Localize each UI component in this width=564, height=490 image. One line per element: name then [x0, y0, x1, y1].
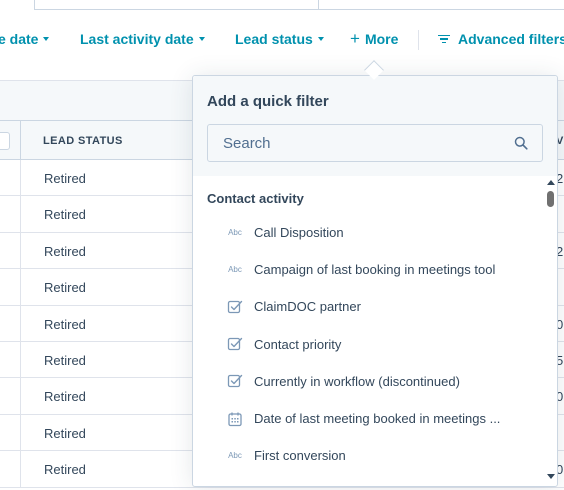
lead-status-filter-button[interactable]: Lead status — [235, 31, 324, 47]
more-filters-button[interactable]: + More — [350, 29, 399, 48]
lead-status-cell: Retired — [44, 316, 86, 332]
column-divider — [20, 269, 21, 305]
lead-status-column-header[interactable]: LEAD STATUS — [43, 135, 123, 147]
lead-status-cell: Retired — [44, 171, 86, 186]
scroll-up-arrow-icon[interactable] — [547, 180, 555, 185]
filter-option-label: First conversion — [254, 448, 346, 464]
filter-option-label: Campaign of last booking in meetings too… — [254, 262, 496, 278]
filter-option-label: Contact priority — [254, 336, 342, 352]
filter-option[interactable]: Abc Call Disposition — [193, 214, 543, 251]
create-date-filter-button[interactable]: e date — [0, 31, 50, 47]
caret-down-icon — [43, 37, 50, 41]
filter-option-label: ClaimDOC partner — [254, 299, 361, 315]
calendar-icon — [226, 411, 244, 427]
checkbox-icon — [226, 336, 244, 352]
filter-toolbar: e date Last activity date Lead status + … — [0, 24, 564, 54]
popover-header: Add a quick filter — [193, 76, 557, 176]
filter-option[interactable]: Contact priority — [193, 326, 543, 363]
lead-status-cell: Retired — [44, 389, 86, 405]
checkbox-icon — [226, 373, 244, 389]
abc-text-icon: Abc — [228, 228, 242, 238]
column-divider — [20, 451, 21, 487]
filter-option[interactable]: ClaimDOC partner — [193, 288, 543, 325]
column-divider — [20, 305, 21, 341]
filter-lines-icon — [438, 34, 450, 44]
lead-status-cell: Retired — [44, 280, 86, 296]
quick-filter-popover: Add a quick filter Contact activity Abc C… — [192, 75, 558, 487]
lead-status-cell: Retired — [44, 243, 86, 259]
lead-status-cell: Retired — [44, 207, 86, 223]
scrollbar-thumb[interactable] — [547, 191, 554, 207]
column-divider — [20, 378, 21, 414]
filter-option-label: Currently in workflow (discontinued) — [254, 373, 460, 389]
advanced-filters-button[interactable]: Advanced filters — [438, 31, 564, 47]
column-divider — [20, 232, 21, 269]
top-tab-strip — [34, 0, 564, 10]
filter-option-label: Call Disposition — [254, 225, 344, 241]
column-divider — [20, 160, 21, 196]
section-title-contact-activity: Contact activity — [207, 191, 304, 206]
filter-option-label: Date of last meeting booked in meetings … — [254, 411, 501, 427]
column-divider — [20, 121, 21, 161]
caret-down-icon — [317, 37, 324, 41]
filter-option[interactable]: Currently in workflow (discontinued) — [193, 363, 543, 400]
abc-text-icon: Abc — [228, 451, 242, 461]
filter-option[interactable]: Abc Campaign of last booking in meetings … — [193, 251, 543, 288]
more-filters-label: More — [364, 31, 399, 47]
page: e date Last activity date Lead status + … — [0, 0, 564, 490]
lead-status-cell: Retired — [44, 425, 86, 441]
last-activity-date-filter-label: Last activity date — [80, 31, 194, 47]
search-field[interactable] — [207, 124, 543, 162]
popover-title: Add a quick filter — [207, 93, 329, 110]
lead-status-cell: Retired — [44, 462, 86, 478]
column-divider — [20, 341, 21, 378]
create-date-filter-label: e date — [0, 31, 39, 47]
lead-status-cell: Retired — [44, 352, 86, 368]
lead-status-filter-label: Lead status — [235, 31, 313, 47]
scroll-down-arrow-icon[interactable] — [547, 474, 555, 479]
filter-property-list: Abc Call Disposition Abc Campaign of last b… — [193, 214, 543, 474]
tab-divider — [318, 0, 319, 10]
search-input[interactable] — [208, 125, 542, 161]
column-divider — [20, 414, 21, 451]
filter-option[interactable]: Abc First conversion — [193, 437, 543, 474]
select-all-checkbox[interactable] — [0, 132, 10, 150]
caret-down-icon — [198, 37, 205, 41]
advanced-filters-label: Advanced filters — [458, 31, 564, 47]
last-activity-date-filter-button[interactable]: Last activity date — [80, 31, 205, 47]
plus-icon: + — [350, 29, 360, 48]
abc-text-icon: Abc — [228, 265, 242, 275]
filter-option[interactable]: Date of last meeting booked in meetings … — [193, 400, 543, 437]
column-divider — [20, 196, 21, 232]
toolbar-divider — [418, 30, 419, 50]
search-icon[interactable] — [514, 136, 528, 150]
checkbox-icon — [226, 299, 244, 315]
